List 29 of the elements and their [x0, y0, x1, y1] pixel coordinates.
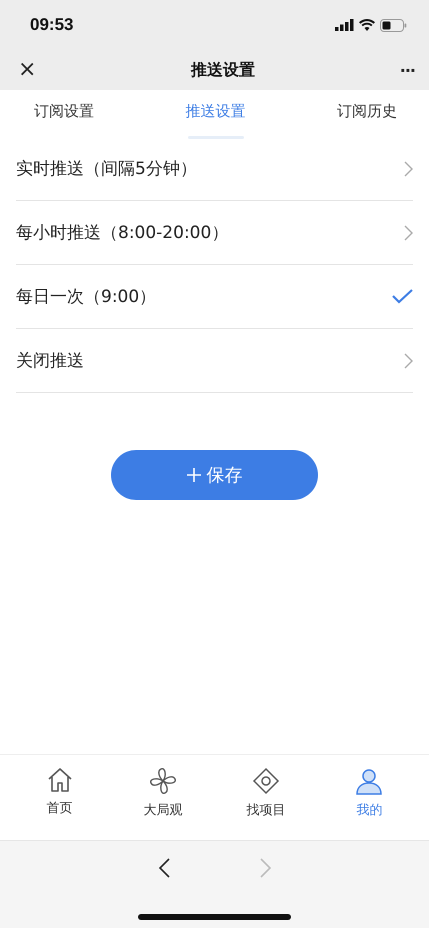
option-row[interactable]: 实时推送（间隔5分钟） — [16, 137, 413, 201]
tab[interactable]: 订阅设置 — [22, 90, 106, 137]
person-icon — [355, 767, 384, 795]
option-label: 每小时推送（8:00-20:00） — [16, 222, 230, 244]
battery-icon — [380, 18, 407, 32]
back-icon[interactable] — [158, 858, 170, 878]
option-row[interactable]: 每日一次（9:00） — [16, 265, 413, 329]
plus-icon — [186, 468, 200, 482]
diamond-icon — [252, 767, 280, 795]
tab[interactable]: 推送设置 — [174, 90, 258, 137]
close-button[interactable]: × — [18, 59, 46, 81]
status-time: 09:53 — [30, 15, 74, 35]
option-label: 实时推送（间隔5分钟） — [16, 158, 198, 180]
option-row[interactable]: 每小时推送（8:00-20:00） — [16, 201, 413, 265]
nav-tab[interactable]: 我的 — [318, 755, 421, 840]
more-button[interactable]: ··· — [400, 60, 415, 80]
tab[interactable]: 订阅历史 — [325, 90, 409, 137]
option-row[interactable]: 关闭推送 — [16, 329, 413, 393]
nav-tab[interactable]: 找项目 — [214, 755, 318, 840]
house-icon — [46, 767, 74, 793]
nav-tab[interactable]: 首页 — [8, 755, 112, 840]
save-button[interactable]: 保存 — [111, 450, 318, 500]
signal-icon — [335, 19, 354, 31]
page-title: 推送设置 — [190, 60, 256, 80]
nav-tab[interactable]: 大局观 — [111, 755, 214, 840]
pinwheel-icon — [148, 767, 177, 795]
option-label: 每日一次（9:00） — [16, 286, 158, 308]
wifi-icon — [359, 19, 375, 31]
option-label: 关闭推送 — [16, 350, 85, 372]
